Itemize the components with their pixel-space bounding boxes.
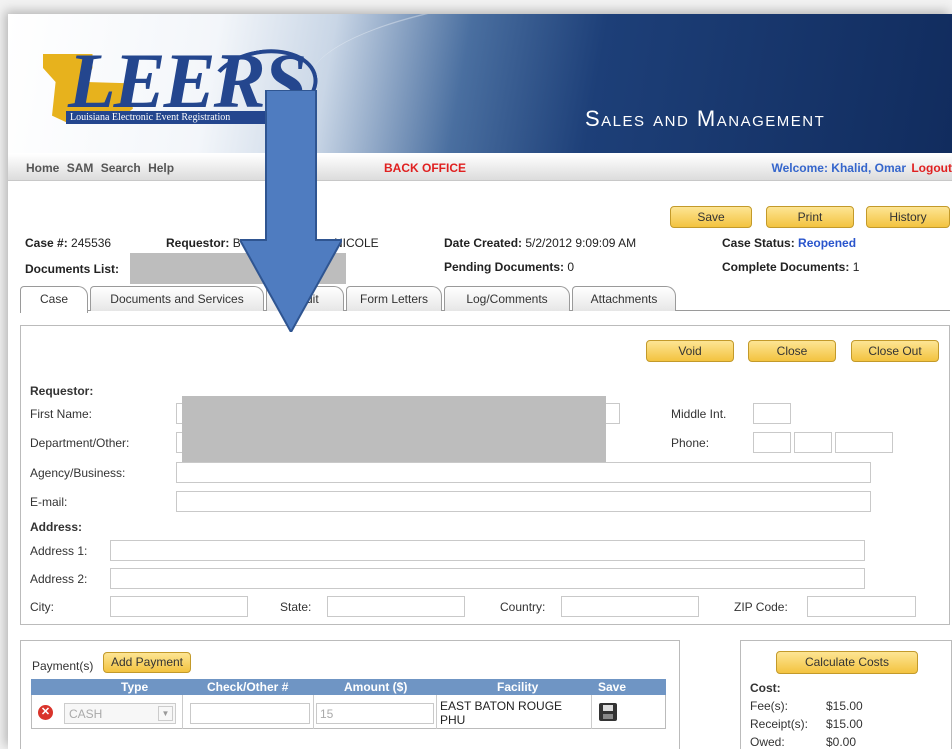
nav-search[interactable]: Search bbox=[101, 161, 141, 175]
case-status-label: Case Status: bbox=[722, 236, 795, 250]
payments-label: Payment(s) bbox=[32, 659, 94, 673]
header-banner: LEERS Louisiana Electronic Event Registr… bbox=[8, 14, 952, 153]
calculate-costs-button[interactable]: Calculate Costs bbox=[776, 651, 918, 674]
tab-form-letters[interactable]: Form Letters bbox=[346, 286, 442, 311]
annotation-arrow-icon bbox=[240, 90, 342, 332]
first-name-label: First Name: bbox=[30, 407, 93, 421]
tab-case[interactable]: Case bbox=[20, 286, 88, 313]
middle-int-input[interactable] bbox=[753, 403, 791, 424]
fees-label: Fee(s): bbox=[750, 699, 789, 713]
requestor-heading: Requestor: bbox=[30, 384, 94, 398]
address1-label: Address 1: bbox=[30, 544, 88, 558]
payment-type-value: CASH bbox=[69, 707, 103, 721]
case-status: Case Status: Reopened bbox=[722, 236, 856, 250]
nav-links: Home SAM Search Help bbox=[26, 161, 178, 175]
nav-sam[interactable]: SAM bbox=[67, 161, 94, 175]
complete-documents-label: Complete Documents: bbox=[722, 260, 850, 274]
phone-label: Phone: bbox=[671, 436, 710, 450]
case-number-label: Case #: bbox=[25, 236, 68, 250]
add-payment-button[interactable]: Add Payment bbox=[103, 652, 191, 673]
logo-subtitle: Louisiana Electronic Event Registration bbox=[66, 111, 266, 124]
close-out-button[interactable]: Close Out bbox=[851, 340, 939, 362]
receipts-label: Receipt(s): bbox=[750, 717, 809, 731]
department-label: Department/Other: bbox=[30, 436, 130, 450]
nav-help[interactable]: Help bbox=[148, 161, 174, 175]
app-title: Sales and Management bbox=[585, 106, 826, 131]
complete-documents-value: 1 bbox=[852, 260, 860, 274]
middle-int-label: Middle Int. bbox=[671, 407, 727, 421]
payment-type-select[interactable]: CASH ▼ bbox=[64, 703, 176, 724]
nav-bar: Home SAM Search Help BACK OFFICE Welcome… bbox=[8, 154, 952, 181]
phone-area-input[interactable] bbox=[753, 432, 791, 453]
delete-payment-icon[interactable]: ✕ bbox=[38, 705, 53, 720]
office-indicator: BACK OFFICE bbox=[384, 161, 466, 175]
phone-line-input[interactable] bbox=[835, 432, 893, 453]
nav-home[interactable]: Home bbox=[26, 161, 59, 175]
tab-log-comments[interactable]: Log/Comments bbox=[444, 286, 570, 311]
requestor-summary-label: Requestor: bbox=[166, 236, 230, 250]
app-window: LEERS Louisiana Electronic Event Registr… bbox=[8, 14, 952, 749]
address-heading: Address: bbox=[30, 520, 83, 534]
facility-value: EAST BATON ROUGE PHU bbox=[440, 699, 563, 727]
case-status-value: Reopened bbox=[798, 236, 857, 250]
welcome-user: Welcome: Khalid, Omar bbox=[771, 161, 906, 175]
zip-input[interactable] bbox=[807, 596, 916, 617]
tab-attachments[interactable]: Attachments bbox=[572, 286, 676, 311]
fees-value: $15.00 bbox=[826, 699, 863, 713]
case-number-value: 245536 bbox=[71, 236, 112, 250]
close-button[interactable]: Close bbox=[748, 340, 836, 362]
city-label: City: bbox=[30, 600, 54, 614]
void-button[interactable]: Void bbox=[646, 340, 734, 362]
col-facility: Facility bbox=[497, 680, 539, 694]
agency-input[interactable] bbox=[176, 462, 871, 483]
case-number: Case #: 245536 bbox=[25, 236, 111, 250]
requestor-summary: Requestor: B bbox=[166, 236, 241, 250]
print-button[interactable]: Print bbox=[766, 206, 854, 228]
save-button[interactable]: Save bbox=[670, 206, 752, 228]
save-disk-icon[interactable] bbox=[599, 703, 617, 721]
address2-label: Address 2: bbox=[30, 572, 88, 586]
agency-label: Agency/Business: bbox=[30, 466, 126, 480]
amount-input[interactable]: 15 bbox=[316, 703, 434, 724]
city-input[interactable] bbox=[110, 596, 248, 617]
address1-input[interactable] bbox=[110, 540, 865, 561]
chevron-down-icon: ▼ bbox=[158, 706, 173, 721]
cell-divider bbox=[182, 695, 183, 729]
col-check: Check/Other # bbox=[207, 680, 289, 694]
cell-divider bbox=[436, 695, 437, 729]
zip-label: ZIP Code: bbox=[734, 600, 788, 614]
cell-divider bbox=[313, 695, 314, 729]
complete-documents: Complete Documents: 1 bbox=[722, 260, 859, 274]
date-created-label: Date Created: bbox=[444, 236, 523, 250]
email-input[interactable] bbox=[176, 491, 871, 512]
state-input[interactable] bbox=[327, 596, 465, 617]
owed-label: Owed: bbox=[750, 735, 785, 749]
receipts-value: $15.00 bbox=[826, 717, 863, 731]
col-save: Save bbox=[598, 680, 627, 694]
history-button[interactable]: History bbox=[866, 206, 950, 228]
tab-documents-and-services[interactable]: Documents and Services bbox=[90, 286, 264, 311]
logout-link[interactable]: Logout bbox=[911, 161, 952, 175]
pending-documents: Pending Documents: 0 bbox=[444, 260, 574, 274]
country-label: Country: bbox=[500, 600, 546, 614]
pending-documents-label: Pending Documents: bbox=[444, 260, 565, 274]
payments-table-header: Type Check/Other # Amount ($) Facility S… bbox=[31, 679, 666, 695]
cost-heading: Cost: bbox=[750, 681, 781, 695]
pending-documents-value: 0 bbox=[567, 260, 575, 274]
date-created-value: 5/2/2012 9:09:09 AM bbox=[525, 236, 637, 250]
email-label: E-mail: bbox=[30, 495, 68, 509]
phone-prefix-input[interactable] bbox=[794, 432, 832, 453]
check-number-input[interactable] bbox=[190, 703, 310, 724]
cell-divider bbox=[591, 695, 592, 729]
address2-input[interactable] bbox=[110, 568, 865, 589]
date-created: Date Created: 5/2/2012 9:09:09 AM bbox=[444, 236, 636, 250]
state-label: State: bbox=[280, 600, 312, 614]
redacted-block bbox=[182, 396, 606, 462]
documents-list-label: Documents List: bbox=[25, 262, 120, 276]
owed-value: $0.00 bbox=[826, 735, 857, 749]
col-type: Type bbox=[121, 680, 149, 694]
col-amount: Amount ($) bbox=[344, 680, 408, 694]
amount-value: 15 bbox=[320, 707, 334, 721]
country-input[interactable] bbox=[561, 596, 699, 617]
